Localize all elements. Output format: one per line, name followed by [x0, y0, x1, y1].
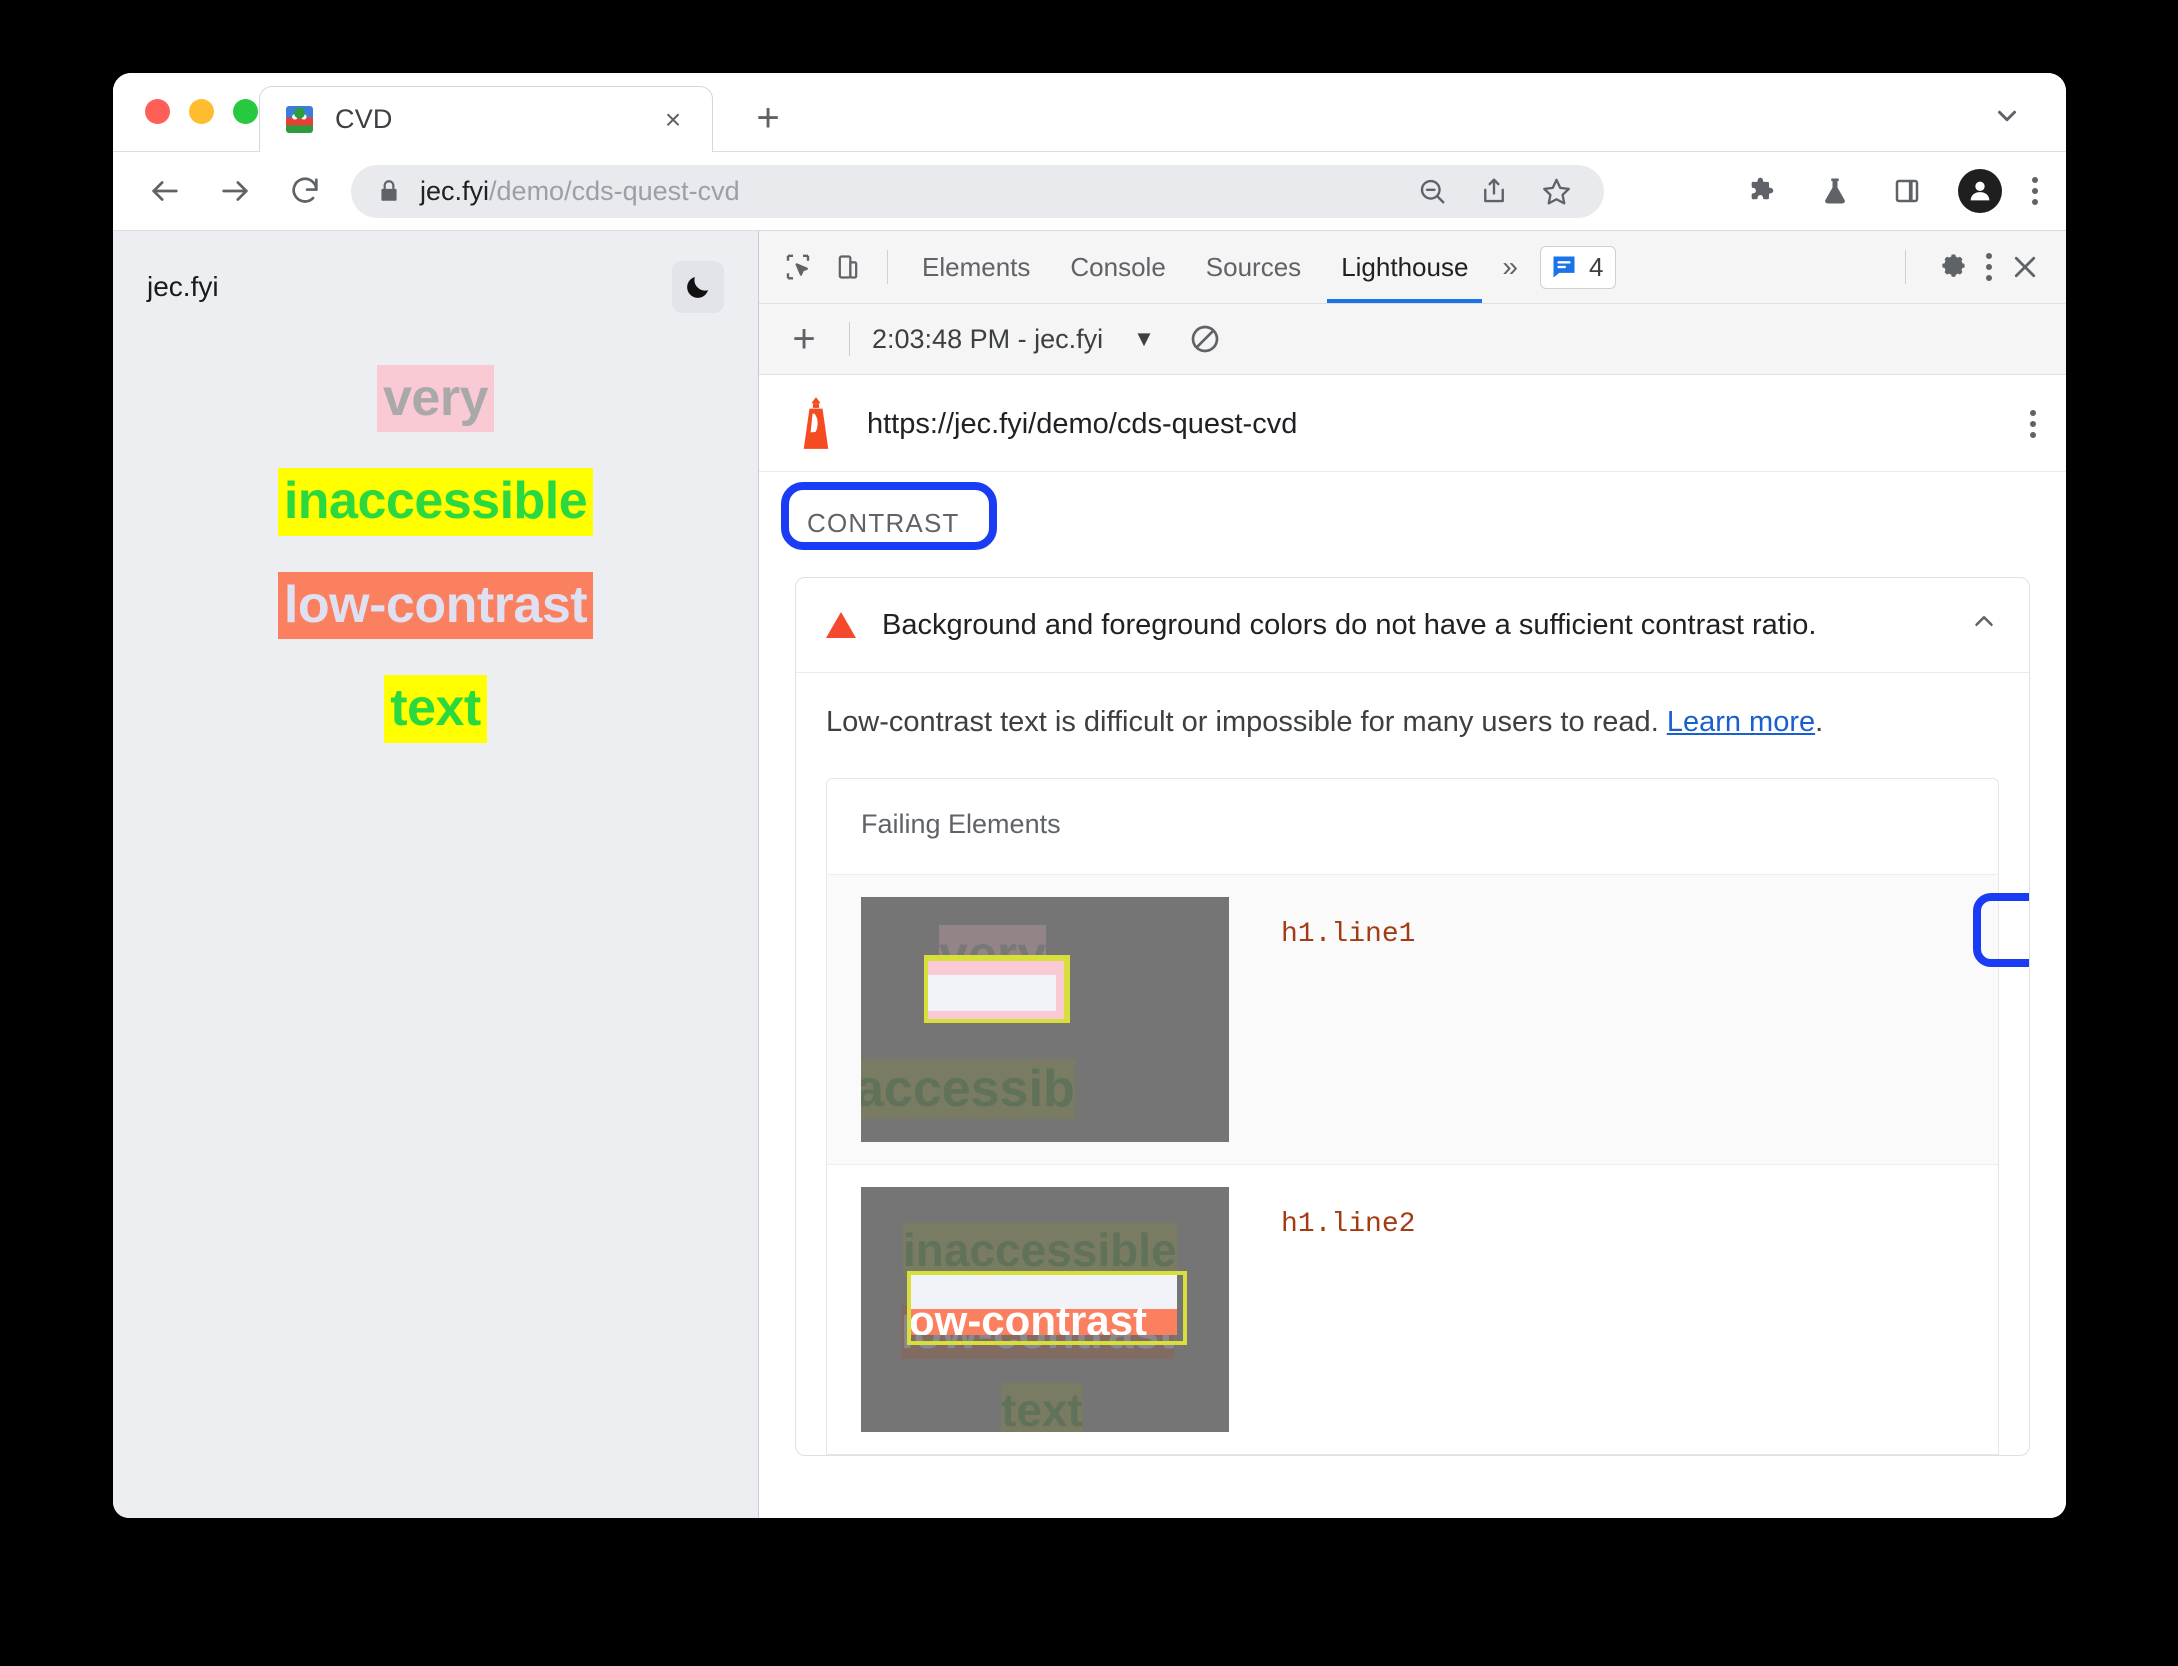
lock-icon — [376, 178, 402, 204]
dark-mode-moon-icon[interactable] — [672, 261, 724, 313]
close-window-button[interactable] — [145, 99, 170, 124]
report-url: https://jec.fyi/demo/cds-quest-cvd — [867, 407, 1298, 440]
tab-elements[interactable]: Elements — [902, 231, 1050, 303]
audit-description-text: Low-contrast text is difficult or imposs… — [826, 706, 1667, 738]
audit-body: Low-contrast text is difficult or imposs… — [796, 672, 2029, 1456]
browser-tab[interactable]: CVD × — [259, 86, 713, 152]
divider — [887, 250, 888, 284]
share-icon[interactable] — [1474, 171, 1514, 211]
warning-triangle-icon — [826, 612, 856, 638]
tab-sources[interactable]: Sources — [1186, 231, 1321, 303]
report-header: https://jec.fyi/demo/cds-quest-cvd — [759, 375, 2066, 472]
address-bar-url: jec.fyi/demo/cds-quest-cvd — [420, 176, 740, 207]
failing-elements-title: Failing Elements — [861, 809, 1061, 840]
devtools-menu-kebab-icon[interactable] — [1986, 253, 1992, 281]
divider — [1905, 250, 1906, 284]
tab-lighthouse[interactable]: Lighthouse — [1321, 231, 1488, 303]
tab-close-icon[interactable]: × — [656, 103, 690, 137]
learn-more-link[interactable]: Learn more — [1667, 706, 1815, 738]
browser-toolbar: jec.fyi/demo/cds-quest-cvd — [113, 152, 2066, 231]
forward-arrow-icon[interactable] — [209, 165, 261, 217]
device-toolbar-icon[interactable] — [823, 242, 873, 292]
lighthouse-report: https://jec.fyi/demo/cds-quest-cvd CONTR… — [759, 375, 2066, 1518]
audit-run-selector[interactable]: 2:03:48 PM - jec.fyi — [872, 324, 1103, 355]
divider — [849, 322, 850, 356]
clear-no-entry-icon[interactable] — [1185, 319, 1225, 359]
browser-menu-kebab-icon[interactable] — [2032, 177, 2038, 205]
chevron-down-icon[interactable] — [1990, 99, 2024, 133]
issues-badge[interactable]: 4 — [1540, 245, 1617, 289]
thumb-highlight-outline — [924, 955, 1070, 1024]
close-icon[interactable] — [2000, 242, 2050, 292]
report-menu-kebab-icon[interactable] — [2030, 410, 2036, 438]
issues-count: 4 — [1589, 251, 1604, 282]
tab-title: CVD — [335, 104, 393, 134]
thumbnail-render: very accessib — [861, 897, 1229, 1143]
toolbar-right-icons — [1742, 169, 2038, 213]
issues-message-icon — [1553, 256, 1575, 278]
address-bar[interactable]: jec.fyi/demo/cds-quest-cvd — [351, 164, 1604, 218]
audit-description-suffix: . — [1815, 706, 1824, 738]
failing-element-selector: h1.line1 — [1281, 919, 1416, 951]
maximize-window-button[interactable] — [233, 99, 258, 124]
tabs-overflow-icon[interactable]: » — [1488, 251, 1532, 283]
chevron-up-icon[interactable] — [1969, 606, 1999, 644]
new-audit-button[interactable]: + — [781, 319, 827, 359]
sample-text-inaccessible: inaccessible — [277, 468, 594, 536]
gear-icon[interactable] — [1928, 242, 1978, 292]
zoom-out-icon[interactable] — [1412, 171, 1452, 211]
labs-flask-icon[interactable] — [1814, 170, 1856, 212]
sample-text-low-contrast: low-contrast — [277, 571, 594, 640]
bookmark-star-icon[interactable] — [1536, 171, 1576, 211]
profile-avatar[interactable] — [1958, 169, 2002, 213]
chevron-down-icon[interactable]: ▼ — [1133, 326, 1155, 352]
reload-icon[interactable] — [279, 165, 331, 217]
screenshot-stage: CVD × + jec.fyi/demo/cds-quest-cvd jec.f… — [0, 0, 2178, 1666]
audit-card-contrast: Background and foreground colors do not … — [795, 577, 2030, 1457]
lighthouse-toolbar: + 2:03:48 PM - jec.fyi ▼ — [759, 304, 2066, 375]
table-row[interactable]: very accessib h1.line1 — [827, 874, 2029, 1165]
sample-text-very: very — [377, 365, 494, 433]
window-body: jec.fyi very inaccessible low-contrast t… — [113, 231, 2066, 1518]
side-panel-icon[interactable] — [1886, 170, 1928, 212]
extensions-puzzle-icon[interactable] — [1742, 170, 1784, 212]
element-screenshot-thumbnail: inaccessible low-contrast text ow-contra… — [861, 1187, 1229, 1433]
url-path: /demo/cds-quest-cvd — [489, 175, 740, 206]
sample-text-text: text — [384, 675, 487, 743]
page-header: jec.fyi — [113, 231, 758, 313]
window-controls — [145, 99, 258, 124]
back-arrow-icon[interactable] — [139, 165, 191, 217]
new-tab-button[interactable]: + — [745, 95, 791, 141]
thumbnail-render: inaccessible low-contrast text ow-contra… — [861, 1187, 1229, 1433]
lighthouse-logo-icon — [793, 397, 839, 451]
devtools-tab-bar: Elements Console Sources Lighthouse » 4 — [759, 231, 2066, 304]
element-screenshot-thumbnail: very accessib — [861, 897, 1229, 1143]
failing-elements-table: Failing Elements very accessib — [826, 778, 2029, 1456]
tab-console[interactable]: Console — [1050, 231, 1185, 303]
table-row[interactable]: inaccessible low-contrast text ow-contra… — [827, 1164, 1998, 1454]
tab-strip: CVD × + — [113, 73, 2066, 152]
devtools-right-icons — [1891, 242, 2050, 292]
minimize-window-button[interactable] — [189, 99, 214, 124]
omnibox-actions — [1412, 171, 1594, 211]
url-domain: jec.fyi — [420, 175, 490, 206]
category-label-contrast: CONTRAST — [807, 508, 960, 538]
audit-title: Background and foreground colors do not … — [882, 608, 1817, 641]
tab-favicon-icon — [286, 106, 313, 133]
inspect-cursor-icon[interactable] — [773, 242, 823, 292]
web-page-viewport: jec.fyi very inaccessible low-contrast t… — [113, 231, 759, 1518]
thumb-highlight-outline — [907, 1271, 1187, 1346]
page-brand: jec.fyi — [147, 271, 219, 302]
annotation-highlight-h1-line1 — [1973, 893, 2029, 968]
failing-element-selector: h1.line2 — [1281, 1209, 1416, 1241]
audit-header[interactable]: Background and foreground colors do not … — [796, 578, 2029, 672]
audit-description: Low-contrast text is difficult or imposs… — [826, 703, 1999, 742]
devtools-panel: Elements Console Sources Lighthouse » 4 — [759, 231, 2066, 1518]
category-section: CONTRAST — [759, 472, 2066, 551]
browser-window: CVD × + jec.fyi/demo/cds-quest-cvd jec.f… — [113, 73, 2066, 1518]
contrast-samples: very inaccessible low-contrast text — [113, 365, 758, 743]
